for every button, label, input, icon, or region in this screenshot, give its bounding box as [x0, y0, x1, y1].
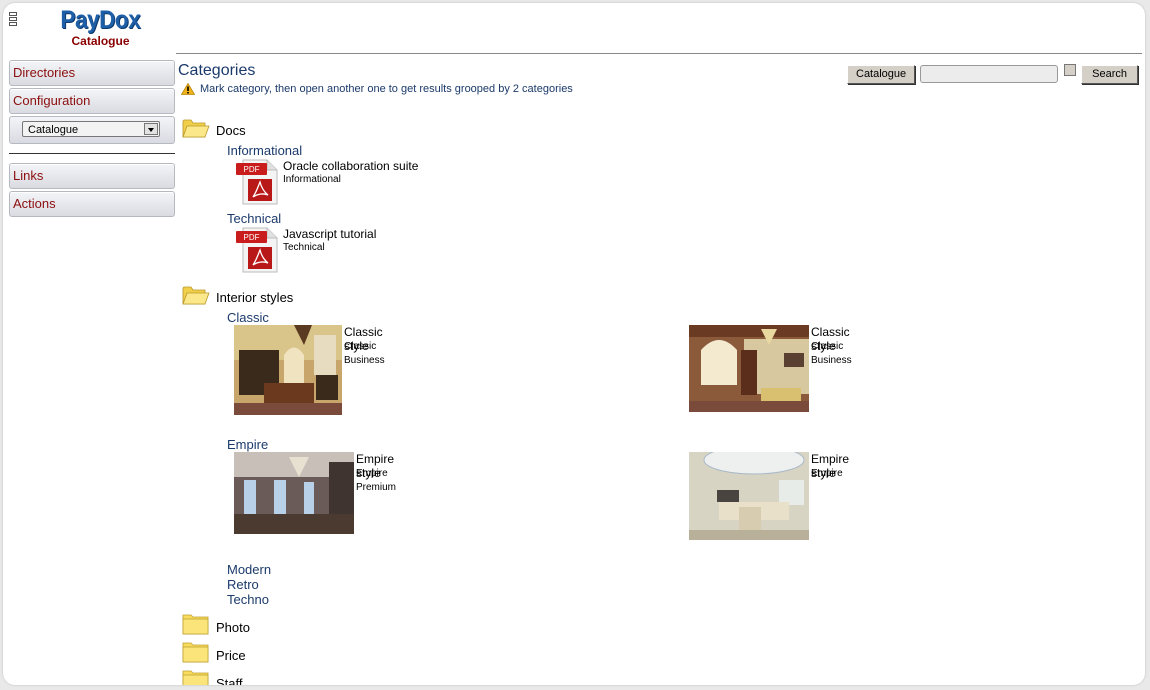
folder-icon: [182, 670, 209, 685]
category-tree: Docs Informational PDF Oracle collaborat…: [182, 117, 1142, 685]
thumbnail-classic-living[interactable]: [689, 325, 809, 412]
search-checkbox[interactable]: [1064, 64, 1077, 76]
catalogue-select[interactable]: Catalogue: [22, 121, 160, 137]
document-item[interactable]: PDF Oracle collaboration suite Informati…: [235, 158, 1142, 208]
logo: PayDox Catalogue: [53, 6, 148, 47]
brand-name: PayDox: [60, 6, 141, 34]
folder-open-icon: [182, 286, 210, 305]
pdf-icon: PDF: [236, 227, 278, 273]
catalogue-scope-button[interactable]: Catalogue: [847, 64, 916, 84]
image-style: Classic: [344, 341, 377, 352]
document-title[interactable]: Javascript tutorial: [283, 227, 376, 241]
search-input[interactable]: [920, 65, 1059, 83]
empire-items: Empire style Empire Premium Empire style…: [182, 452, 1142, 558]
subcategory-modern[interactable]: Modern: [227, 562, 1142, 577]
sidebar: Directories Configuration Catalogue Link…: [9, 60, 175, 219]
folder-icon: [182, 642, 209, 663]
folder-price[interactable]: Price: [182, 640, 1142, 668]
folder-label[interactable]: Interior styles: [216, 290, 293, 305]
sidebar-item-links[interactable]: Links: [9, 163, 175, 189]
hint-text: Mark category, then open another one to …: [200, 83, 573, 95]
subcategory-retro[interactable]: Retro: [227, 577, 1142, 592]
image-class: Business: [344, 355, 385, 366]
other-subcategories: Modern Retro Techno: [227, 562, 1142, 607]
image-class: Premium: [356, 482, 397, 493]
folder-docs[interactable]: Docs: [182, 117, 1142, 143]
document-title[interactable]: Oracle collaboration suite: [283, 159, 418, 173]
subcategory-technical[interactable]: Technical: [227, 211, 1142, 226]
thumbnail-classic-office[interactable]: [234, 325, 342, 415]
classic-items: Classic style Classic Business Classic s…: [182, 325, 1142, 433]
svg-text:PDF: PDF: [244, 165, 260, 174]
folder-interior-styles[interactable]: Interior styles: [182, 284, 1142, 310]
search-bar: Catalogue Search: [847, 64, 1139, 84]
pdf-icon: PDF: [236, 159, 278, 205]
header-divider: [176, 53, 1142, 54]
sidebar-item-configuration[interactable]: Configuration: [9, 88, 175, 114]
sidebar-item-directories[interactable]: Directories: [9, 60, 175, 86]
folder-icon: [182, 614, 209, 635]
folder-label[interactable]: Staff: [216, 676, 243, 685]
sidebar-select-container: Catalogue: [9, 116, 175, 144]
chevron-down-icon[interactable]: [144, 123, 158, 135]
image-style: Empire: [811, 468, 843, 479]
image-style: Empire: [356, 468, 388, 479]
folder-staff[interactable]: Staff: [182, 668, 1142, 685]
thumbnail-empire-lounge[interactable]: [689, 452, 809, 540]
subcategory-empire[interactable]: Empire: [227, 437, 1142, 452]
warning-icon: [181, 83, 195, 95]
subcategory-techno[interactable]: Techno: [227, 592, 1142, 607]
document-tag: Technical: [283, 242, 325, 253]
page-title: Categories: [178, 62, 256, 79]
thumbnail-empire-hall[interactable]: [234, 452, 354, 534]
document-tag: Informational: [283, 174, 341, 185]
folder-label[interactable]: Docs: [216, 123, 246, 138]
catalogue-select-value: Catalogue: [28, 124, 79, 136]
app-window: PayDox Catalogue Directories Configurati…: [3, 3, 1145, 685]
hamburger-icon[interactable]: [9, 12, 17, 26]
subcategory-informational[interactable]: Informational: [227, 143, 1142, 158]
document-item[interactable]: PDF Javascript tutorial Technical: [235, 226, 1142, 276]
image-class: Business: [811, 355, 852, 366]
folder-photo[interactable]: Photo: [182, 612, 1142, 640]
subcategory-classic[interactable]: Classic: [227, 310, 1142, 325]
module-name: Catalogue: [71, 34, 130, 48]
search-button[interactable]: Search: [1081, 64, 1139, 84]
svg-text:PDF: PDF: [244, 233, 260, 242]
folder-label[interactable]: Photo: [216, 620, 250, 635]
folder-label[interactable]: Price: [216, 648, 246, 663]
image-style: Classic: [811, 341, 844, 352]
folder-open-icon: [182, 119, 210, 138]
sidebar-item-actions[interactable]: Actions: [9, 191, 175, 217]
hint-message: Mark category, then open another one to …: [181, 83, 573, 95]
sidebar-divider: [9, 153, 175, 154]
